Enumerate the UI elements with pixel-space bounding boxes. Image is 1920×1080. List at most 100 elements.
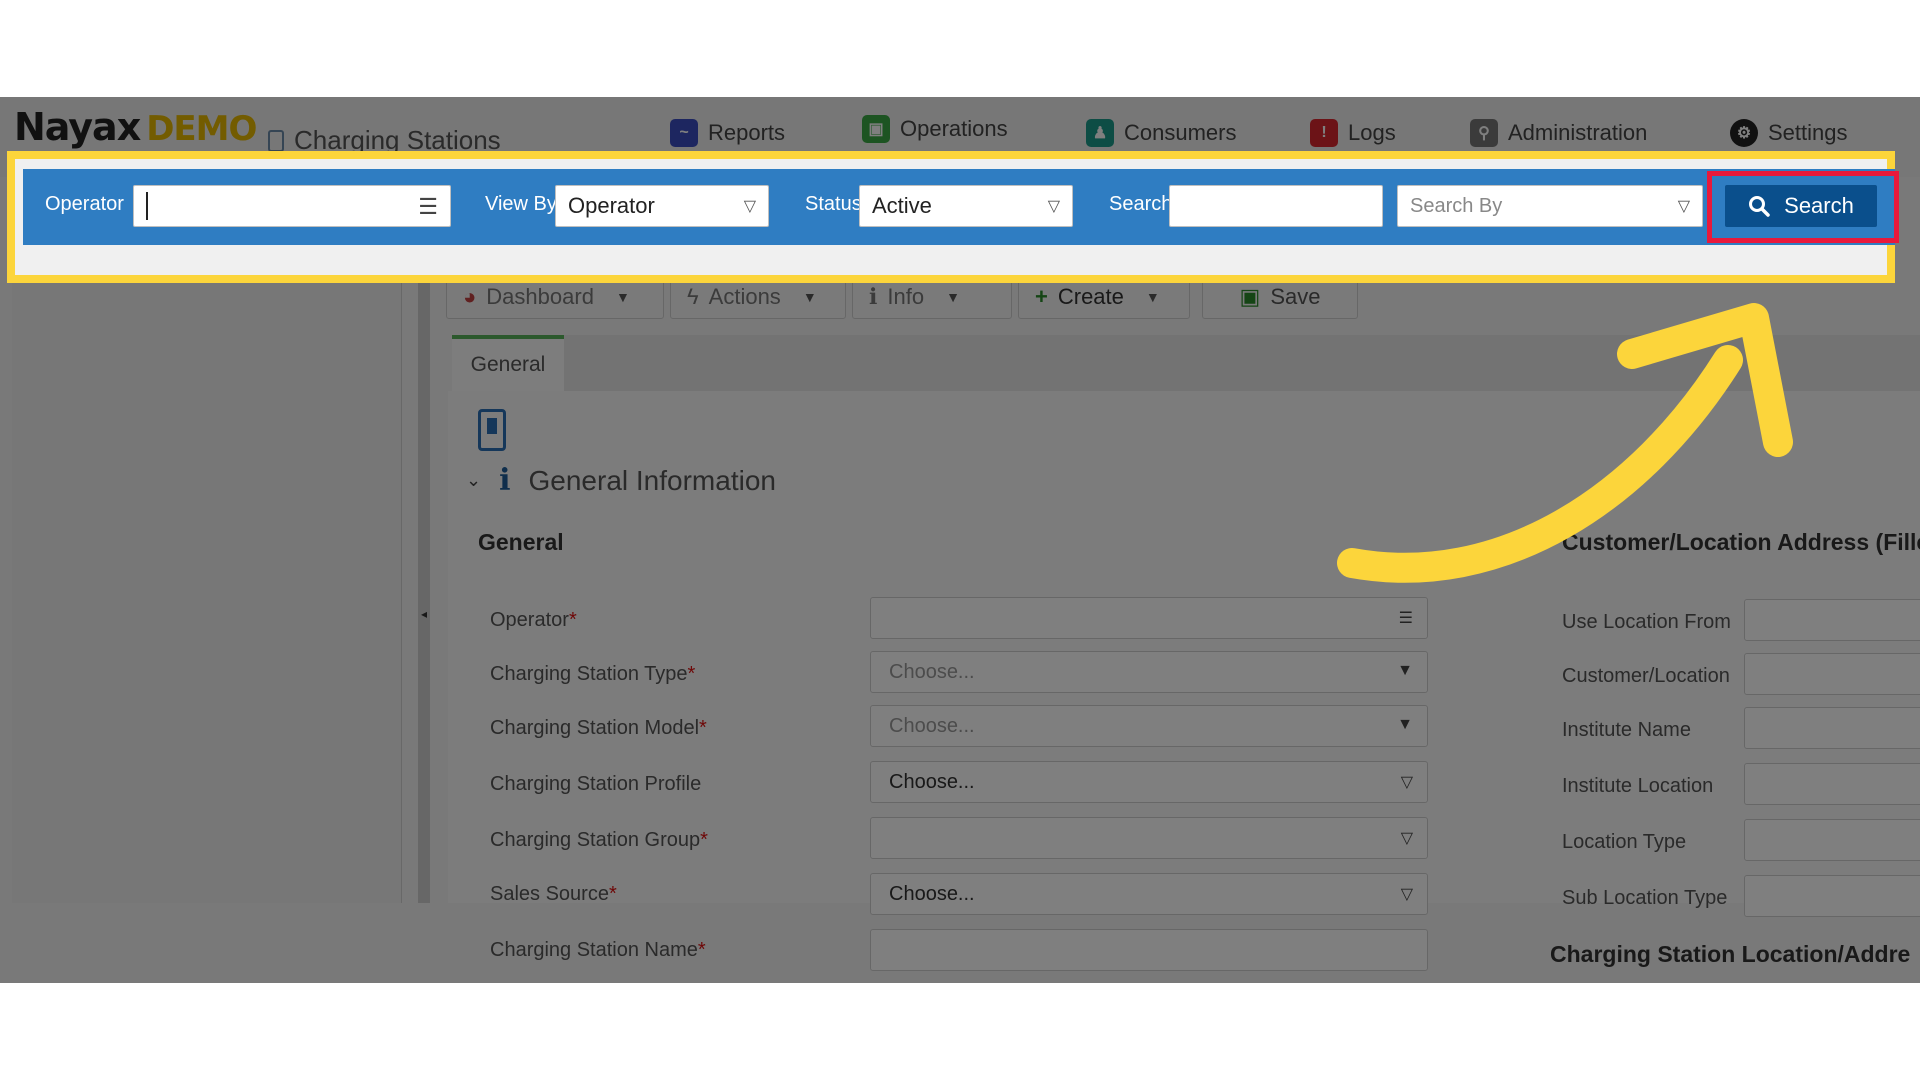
chevron-down-icon: ▼ [1145,289,1160,305]
field-value: Choose... [889,714,975,737]
required-mark: * [687,663,696,685]
list-icon[interactable]: ☰ [418,194,438,220]
logs-icon: ! [1310,119,1338,147]
sidebar-splitter[interactable]: ◂ [418,177,430,903]
caret-down-icon: ▼ [1397,716,1413,733]
search-input[interactable] [1169,185,1383,227]
search-button-label: Search [1784,193,1854,218]
search-button[interactable]: Search [1725,185,1877,227]
operator-filter-input[interactable]: ☰ [133,185,451,227]
station-name-input[interactable] [870,929,1428,971]
viewby-label: View By [485,193,557,215]
viewby-select[interactable]: Operator ▽ [555,185,769,227]
status-label: Status [805,193,862,215]
nav-administration[interactable]: ⚲ Administration [1470,119,1647,147]
tab-strip [564,335,1920,391]
nav-logs[interactable]: ! Logs [1310,119,1396,147]
operator-filter-label: Operator [45,193,124,215]
institute-location-field[interactable] [1744,763,1920,805]
caret-down-icon: ▽ [1047,198,1060,215]
app-screenshot: Nayax DEMO Charging Stations ~ Reports ▣ … [0,97,1920,983]
viewby-value: Operator [568,193,655,218]
nav-label: Operations [900,116,1008,141]
use-location-from-field[interactable] [1744,599,1920,641]
chevron-down-icon: ▼ [802,289,817,305]
operations-icon: ▣ [862,115,890,143]
caret-down-icon: ▽ [1400,830,1413,847]
customer-location-field[interactable] [1744,653,1920,695]
nav-settings[interactable]: ⚙ Settings [1730,119,1848,147]
stage: Nayax DEMO Charging Stations ~ Reports ▣ … [0,0,1920,1080]
sub-location-type-label: Sub Location Type [1562,887,1728,909]
station-profile-select[interactable]: Choose... ▽ [870,761,1428,803]
caret-down-icon: ▼ [1397,662,1413,679]
create-label: Create [1057,284,1124,309]
required-mark: * [697,939,706,961]
settings-icon: ⚙ [1730,119,1758,147]
field-value: Choose... [889,660,975,683]
collapse-icon[interactable]: ◂ [421,607,427,621]
label-text: Charging Station Name [490,939,698,961]
plus-icon: + [1035,284,1048,309]
highlight-frame: Operator ☰ View By Operator ▽ Status Act… [7,151,1899,283]
status-select[interactable]: Active ▽ [859,185,1073,227]
nav-consumers[interactable]: ♟ Consumers [1086,119,1236,147]
text-cursor [146,192,148,220]
save-label: Save [1270,284,1321,309]
caret-down-icon: ▽ [743,198,756,215]
label-text: Charging Station Model [490,717,700,739]
field-value: Choose... [889,882,975,905]
sales-source-select[interactable]: Choose... ▽ [870,873,1428,915]
station-group-label: Charging Station Group* [490,829,708,852]
operator-field[interactable]: ☰ [870,597,1428,639]
info-label: Info [887,284,925,309]
search-icon [1749,196,1770,217]
chevron-down-icon: ▼ [615,289,630,305]
save-icon: ▣ [1239,284,1261,309]
nav-operations[interactable]: ▣ Operations [862,115,1008,143]
required-mark: * [608,883,617,905]
charging-station-icon [478,409,506,451]
customer-location-label: Customer/Location [1562,665,1730,687]
field-value: Choose... [889,770,975,793]
required-mark: * [568,609,577,631]
administration-icon: ⚲ [1470,119,1498,147]
dashboard-label: Dashboard [486,284,594,309]
sales-source-label: Sales Source* [490,883,617,906]
nav-reports[interactable]: ~ Reports [670,119,785,147]
station-profile-label: Charging Station Profile [490,773,701,796]
nav-label: Consumers [1124,120,1237,145]
station-model-label: Charging Station Model* [490,717,707,740]
general-heading: General [478,529,564,555]
chevron-down-icon[interactable]: ⌄ [466,470,481,491]
station-model-select[interactable]: Choose... ▼ [870,705,1428,747]
station-type-select[interactable]: Choose... ▼ [870,651,1428,693]
nav-label: Administration [1508,120,1648,145]
caret-down-icon: ▽ [1677,198,1690,215]
customer-location-heading: Customer/Location Address (Fille [1562,529,1920,555]
label-text: Operator [490,609,569,631]
location-type-field[interactable] [1744,819,1920,861]
nav-label: Logs [1348,120,1396,145]
demo-badge: DEMO [146,109,257,149]
search-label: Search [1109,193,1173,215]
institute-name-label: Institute Name [1562,719,1691,741]
required-mark: * [700,829,708,851]
search-by-select[interactable]: Search By ▽ [1397,185,1703,227]
caret-down-icon: ▽ [1400,886,1413,903]
station-group-select[interactable]: ▽ [870,817,1428,859]
operator-label: Operator* [490,609,577,632]
tab-general[interactable]: General [452,335,564,391]
sidebar [12,177,402,903]
sub-location-type-field[interactable] [1744,875,1920,917]
section-header[interactable]: ⌄ i General Information [466,463,776,498]
section-title: General Information [528,464,776,496]
status-value: Active [872,193,932,218]
institute-name-field[interactable] [1744,707,1920,749]
list-icon[interactable]: ☰ [1399,608,1413,628]
lightning-icon: ϟ [687,284,699,309]
required-mark: * [699,717,707,739]
chevron-down-icon: ▼ [946,289,960,305]
logo-text: Nayax [14,105,141,149]
nayax-logo[interactable]: Nayax DEMO [14,105,257,149]
